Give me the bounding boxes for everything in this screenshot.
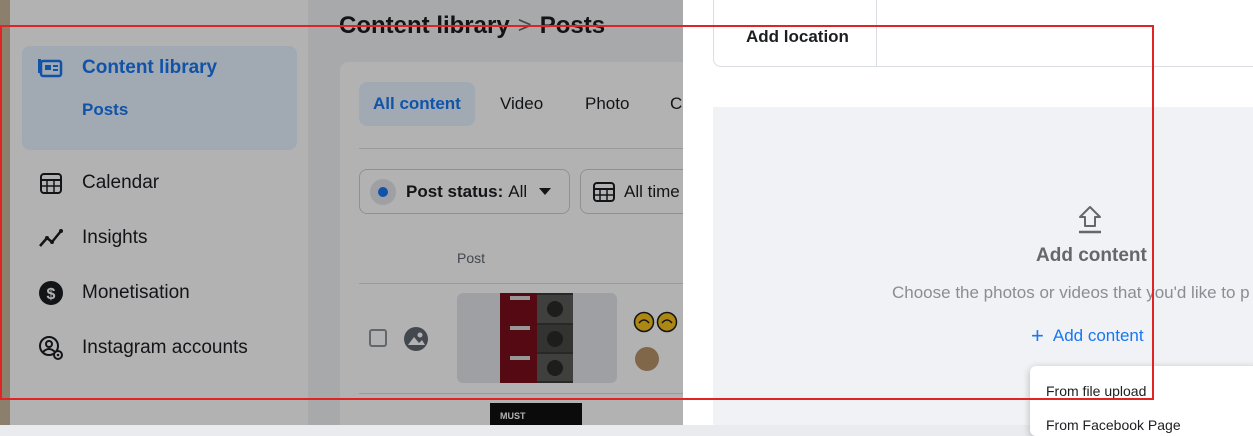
highlight-box bbox=[0, 25, 1154, 400]
menu-item-facebook-page[interactable]: From Facebook Page bbox=[1046, 417, 1181, 433]
